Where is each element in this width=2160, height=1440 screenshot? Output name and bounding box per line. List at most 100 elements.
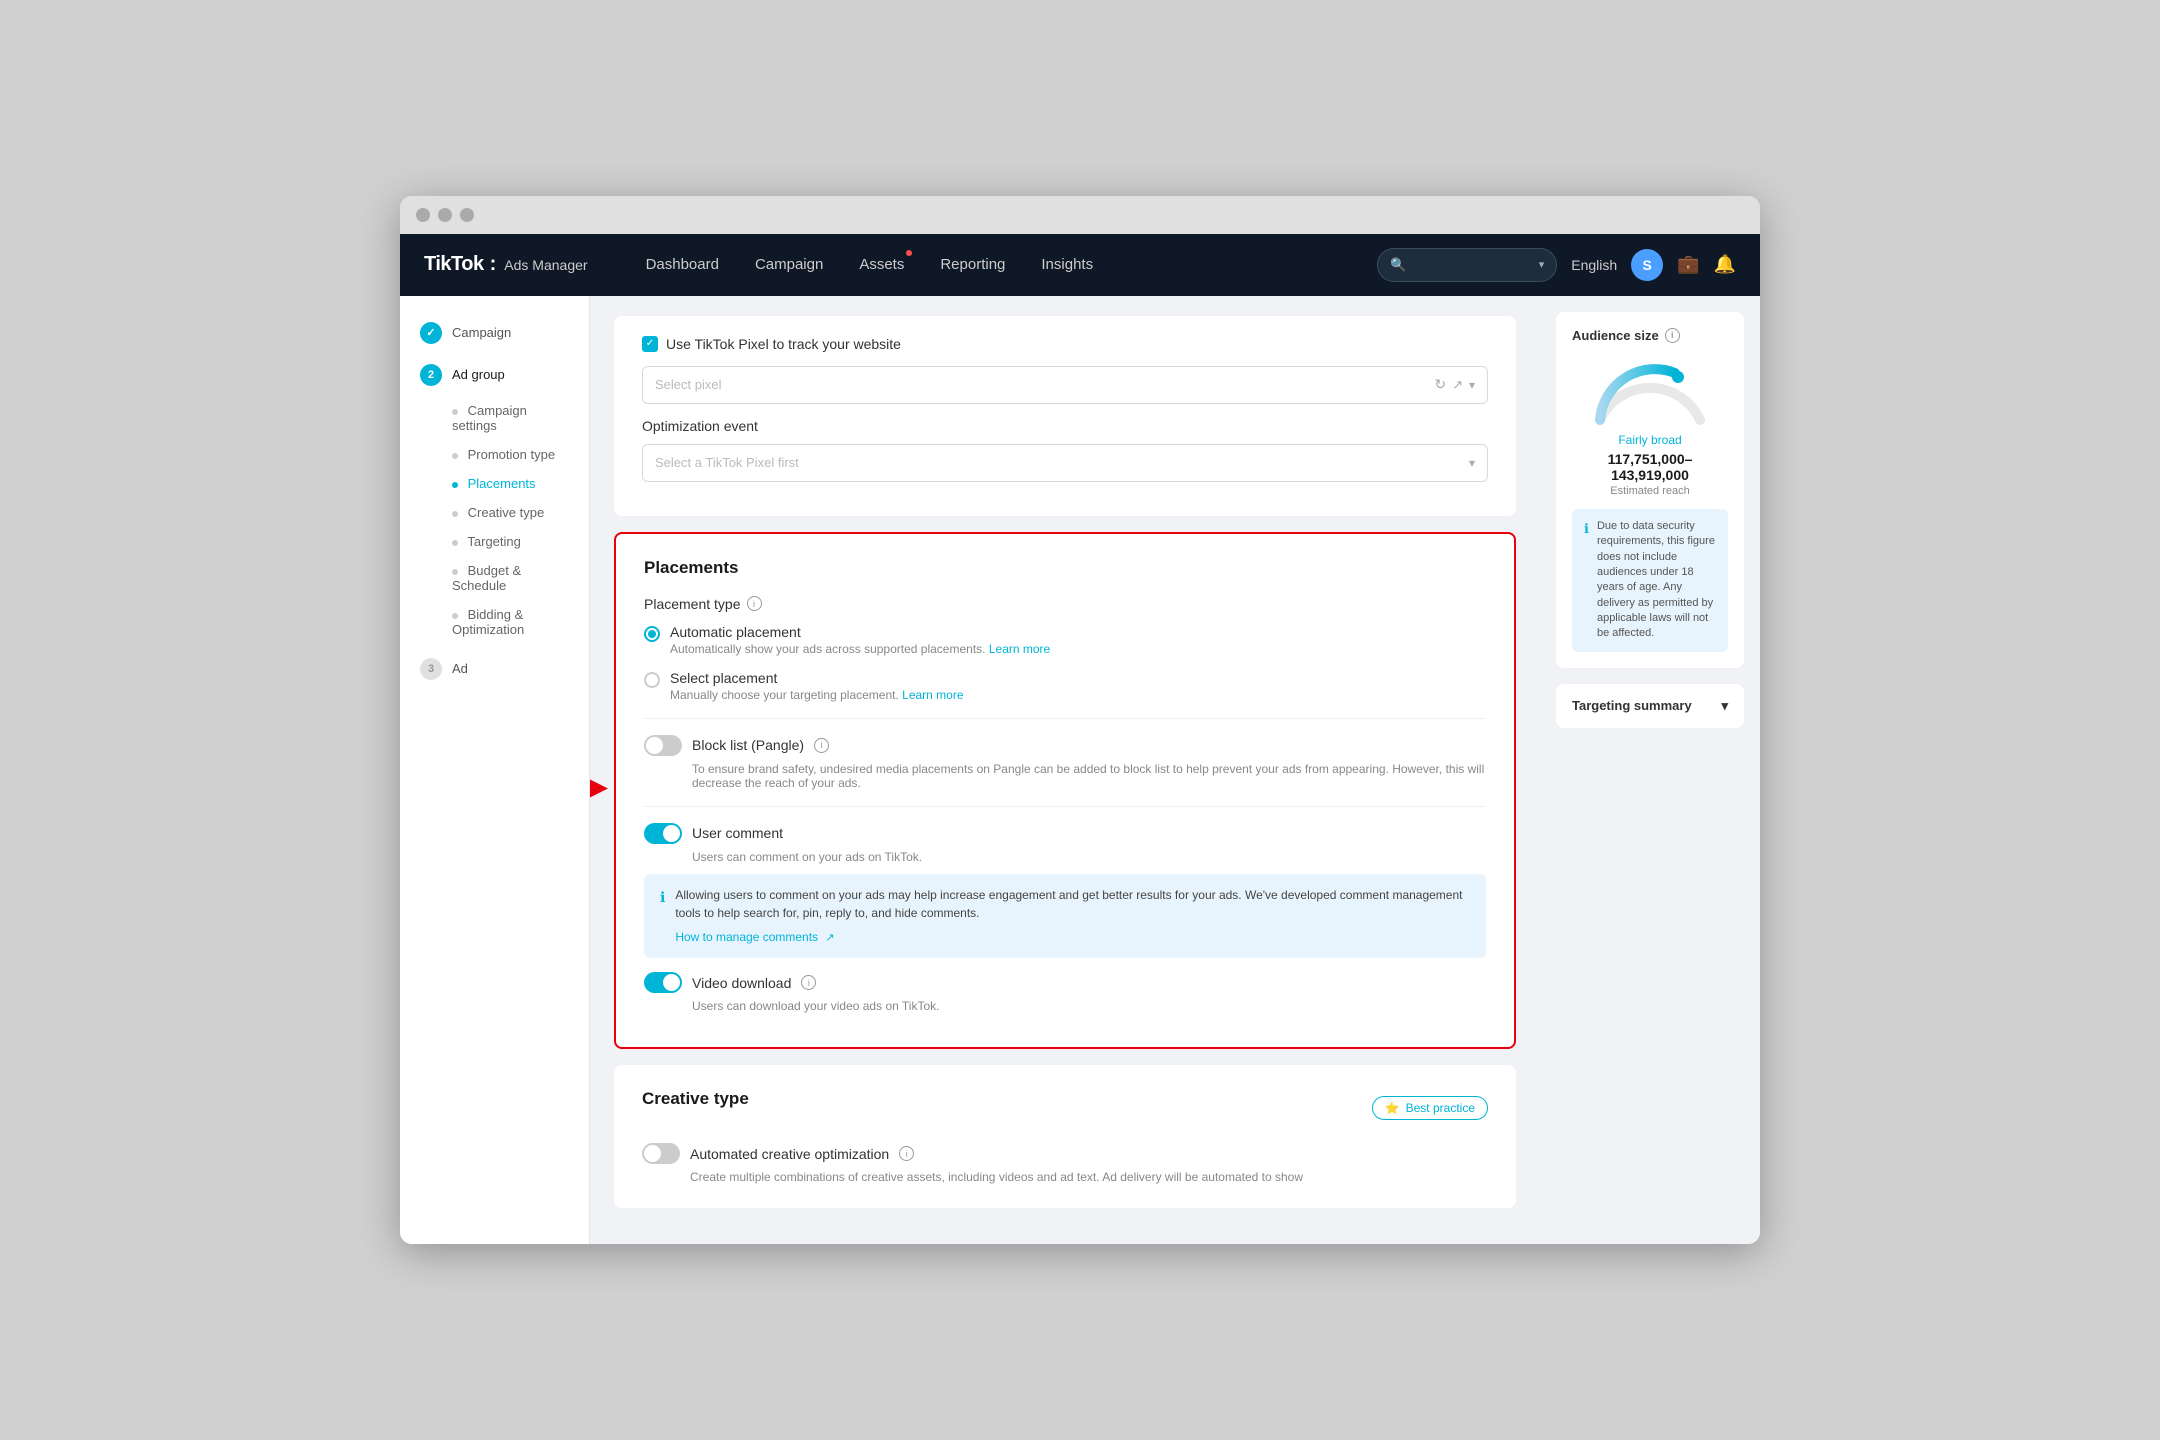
step3-circle: 3 (420, 658, 442, 680)
step3-label: Ad (452, 661, 468, 676)
user-comment-info-box: ℹ Allowing users to comment on your ads … (644, 874, 1486, 959)
sidebar-item-placements[interactable]: Placements (400, 469, 589, 498)
user-comment-toggle[interactable] (644, 823, 682, 844)
auto-placement-desc: Automatically show your ads across suppo… (670, 642, 1486, 656)
close-dot[interactable] (416, 208, 430, 222)
audience-size-card: Audience size i (1556, 312, 1744, 668)
chevron-down-icon: ▾ (1469, 456, 1475, 470)
minimize-dot[interactable] (438, 208, 452, 222)
dot-icon (452, 453, 458, 459)
select-placement-learn-more[interactable]: Learn more (902, 688, 963, 702)
select-icons: ↻ ↗ ▾ (1434, 376, 1475, 393)
chevron-down-icon: ▾ (1721, 698, 1728, 714)
placement-type-label: Placement type i (644, 596, 1486, 612)
auto-placement-title: Automatic placement (670, 624, 1486, 640)
select-placement-radio[interactable] (644, 672, 660, 688)
auto-placement-learn-more[interactable]: Learn more (989, 642, 1050, 656)
manage-comments-link[interactable]: How to manage comments (675, 930, 818, 944)
search-input[interactable] (1414, 257, 1530, 272)
placements-wrapper: Placements Placement type i Automatic pl… (614, 532, 1516, 1050)
select-placement-text: Select placement Manually choose your ta… (670, 670, 1486, 702)
audience-gauge-label: Fairly broad (1572, 433, 1728, 447)
search-bar[interactable]: 🔍 ▾ (1377, 248, 1557, 282)
targeting-summary-card: Targeting summary ▾ (1556, 684, 1744, 728)
best-practice-label: Best practice (1406, 1101, 1475, 1115)
opt-event-placeholder: Select a TikTok Pixel first (655, 455, 799, 470)
manage-comments-link-row: How to manage comments ↗ (675, 928, 1470, 947)
audience-info-icon[interactable]: i (1665, 328, 1680, 343)
auto-creative-info-icon[interactable]: i (899, 1146, 914, 1161)
targeting-summary-header[interactable]: Targeting summary ▾ (1572, 698, 1728, 714)
auto-creative-toggle[interactable] (642, 1143, 680, 1164)
sidebar: ✓ Campaign 2 Ad group Campaign settings … (400, 296, 590, 1245)
pixel-section: ✓ Use TikTok Pixel to track your website… (614, 316, 1516, 516)
auto-placement-text: Automatic placement Automatically show y… (670, 624, 1486, 656)
pixel-checkbox-label: Use TikTok Pixel to track your website (666, 336, 901, 352)
browser-titlebar (400, 196, 1760, 234)
sidebar-item-bidding[interactable]: Bidding & Optimization (400, 600, 589, 644)
nav-assets[interactable]: Assets (841, 234, 922, 296)
nav-insights[interactable]: Insights (1023, 234, 1111, 296)
placement-type-info-icon[interactable]: i (747, 596, 762, 611)
sidebar-step-campaign[interactable]: ✓ Campaign (400, 312, 589, 354)
placements-card: Placements Placement type i Automatic pl… (614, 532, 1516, 1050)
bell-icon[interactable]: 🔔 (1714, 254, 1736, 275)
nav-campaign[interactable]: Campaign (737, 234, 841, 296)
sidebar-item-promotion-type[interactable]: Promotion type (400, 440, 589, 469)
chevron-down-icon: ▾ (1469, 378, 1475, 392)
dot-icon (452, 613, 458, 619)
browser-window: TikTok : Ads Manager Dashboard Campaign … (400, 196, 1760, 1245)
creative-type-card: Creative type ⭐ Best practice Automated … (614, 1065, 1516, 1208)
placements-title: Placements (644, 558, 1486, 578)
video-download-label: Video download (692, 975, 791, 991)
audience-warning-box: ℹ Due to data security requirements, thi… (1572, 509, 1728, 652)
sidebar-item-targeting[interactable]: Targeting (400, 527, 589, 556)
language-selector[interactable]: English (1571, 257, 1617, 273)
blocklist-info-icon[interactable]: i (814, 738, 829, 753)
briefcase-icon[interactable]: 💼 (1677, 254, 1699, 275)
link-icon[interactable]: ↗ (1452, 377, 1463, 393)
video-download-toggle[interactable] (644, 972, 682, 993)
arrow-indicator (590, 763, 608, 818)
video-download-info-icon[interactable]: i (801, 975, 816, 990)
maximize-dot[interactable] (460, 208, 474, 222)
step1-label: Campaign (452, 325, 511, 340)
dot-icon (452, 569, 458, 575)
main-layout: ✓ Campaign 2 Ad group Campaign settings … (400, 296, 1760, 1245)
nav-dashboard[interactable]: Dashboard (628, 234, 737, 296)
sidebar-item-campaign-settings[interactable]: Campaign settings (400, 396, 589, 440)
sidebar-step-adgroup[interactable]: 2 Ad group (400, 354, 589, 396)
user-comment-desc: Users can comment on your ads on TikTok. (692, 850, 1486, 864)
opt-event-select[interactable]: Select a TikTok Pixel first ▾ (642, 444, 1488, 482)
auto-placement-radio[interactable] (644, 626, 660, 642)
blocklist-label: Block list (Pangle) (692, 737, 804, 753)
sidebar-item-creative-type[interactable]: Creative type (400, 498, 589, 527)
opt-event-label: Optimization event (642, 418, 1488, 434)
auto-placement-option[interactable]: Automatic placement Automatically show y… (644, 624, 1486, 656)
sidebar-step-ad[interactable]: 3 Ad (400, 648, 589, 690)
refresh-icon[interactable]: ↻ (1434, 376, 1446, 393)
avatar[interactable]: S (1631, 249, 1663, 281)
select-placement-option[interactable]: Select placement Manually choose your ta… (644, 670, 1486, 702)
search-icon: 🔍 (1390, 257, 1406, 273)
dot-icon (452, 511, 458, 517)
blocklist-toggle[interactable] (644, 735, 682, 756)
pixel-select[interactable]: Select pixel ↻ ↗ ▾ (642, 366, 1488, 404)
pixel-select-placeholder: Select pixel (655, 377, 721, 392)
logo-area: TikTok : Ads Manager (424, 253, 588, 276)
nav-reporting[interactable]: Reporting (922, 234, 1023, 296)
star-icon: ⭐ (1385, 1101, 1400, 1115)
select-placement-title: Select placement (670, 670, 1486, 686)
creative-type-title: Creative type (642, 1089, 749, 1109)
sidebar-item-budget-schedule[interactable]: Budget & Schedule (400, 556, 589, 600)
pixel-checkbox[interactable]: ✓ (642, 336, 658, 352)
dot-icon (452, 409, 458, 415)
video-download-row: Video download i (644, 972, 1486, 993)
video-download-desc: Users can download your video ads on Tik… (692, 999, 1486, 1013)
top-nav: TikTok : Ads Manager Dashboard Campaign … (400, 234, 1760, 296)
best-practice-button[interactable]: ⭐ Best practice (1372, 1096, 1488, 1120)
divider (644, 718, 1486, 719)
targeting-summary-title: Targeting summary (1572, 698, 1692, 713)
step1-circle: ✓ (420, 322, 442, 344)
red-arrow-svg (590, 763, 608, 813)
